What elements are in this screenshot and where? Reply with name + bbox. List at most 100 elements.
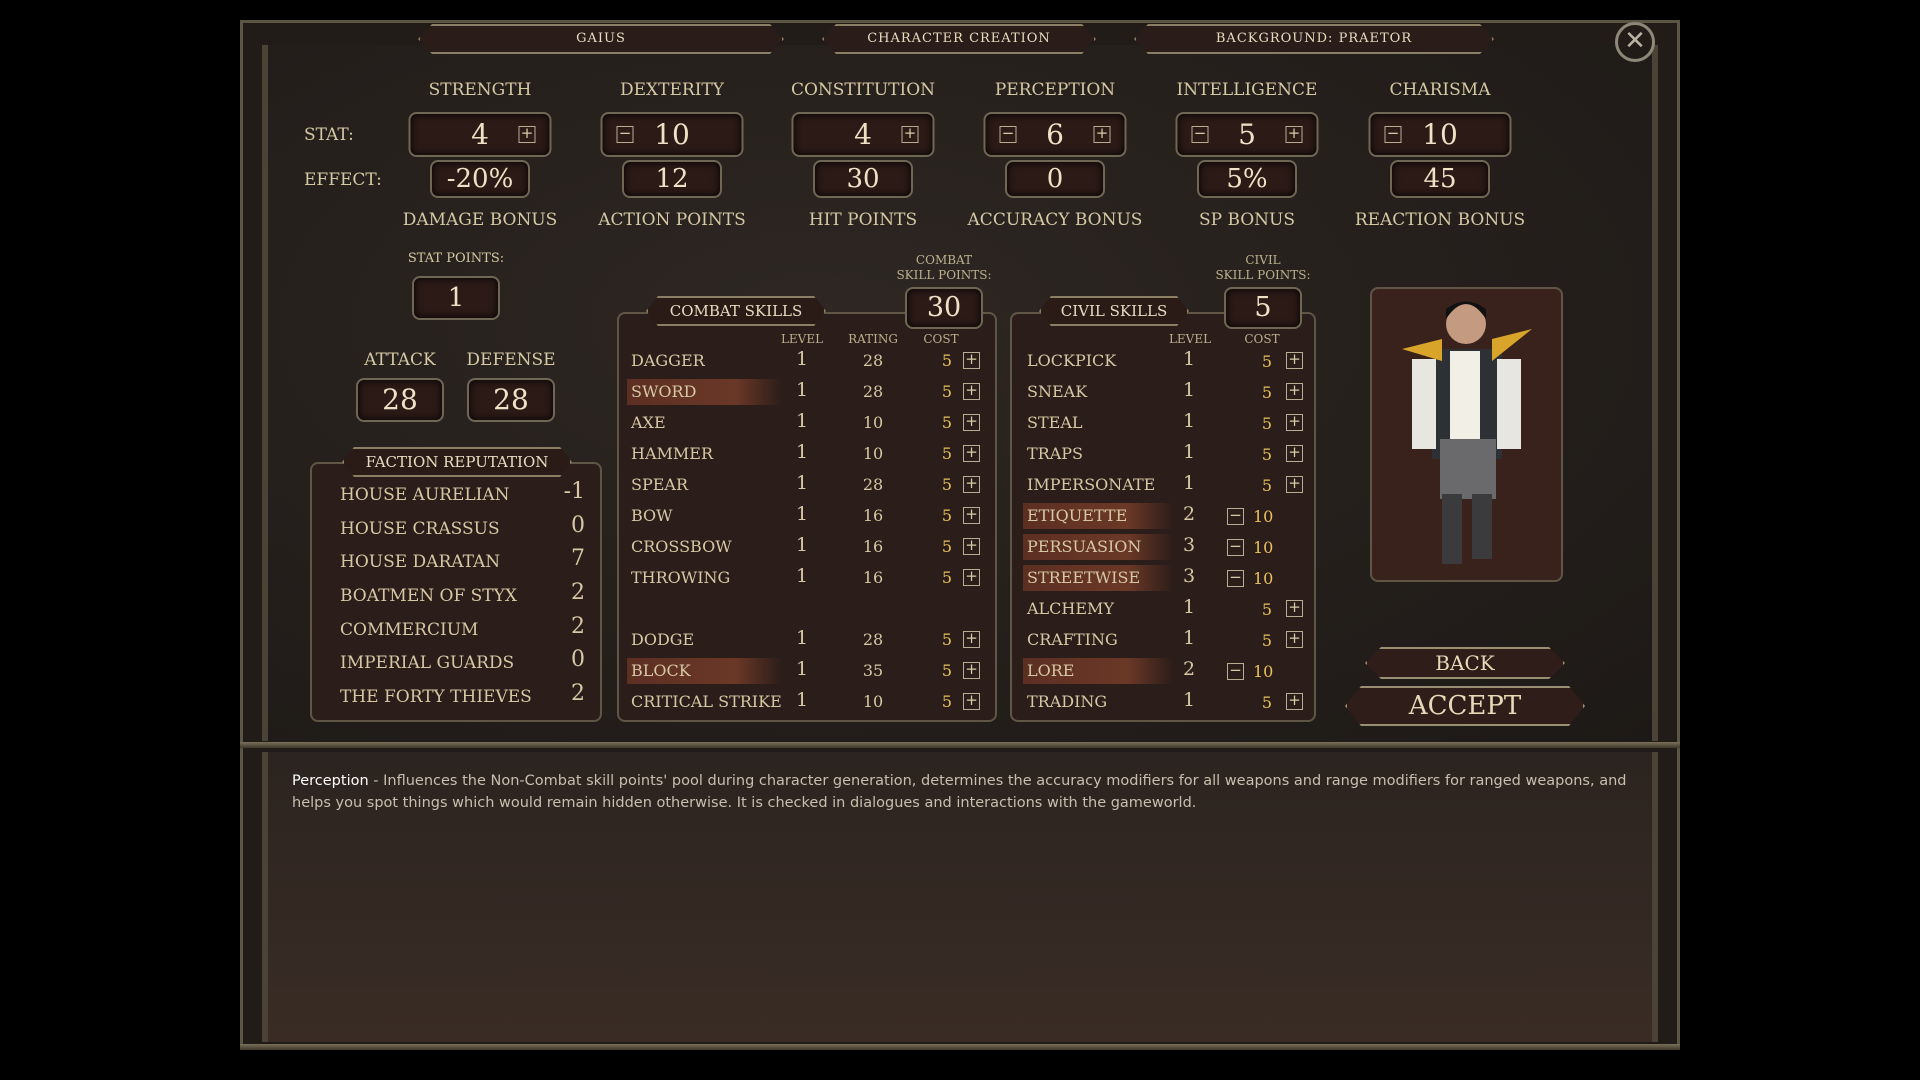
- minus-button[interactable]: −: [1384, 126, 1402, 143]
- tab-character-creation[interactable]: CHARACTER CREATION: [822, 24, 1096, 54]
- combat-skill-crossbow[interactable]: CROSSBOW: [627, 534, 782, 560]
- plus-button[interactable]: +: [901, 126, 919, 143]
- plus-button[interactable]: +: [1286, 476, 1303, 493]
- skill-level: 1: [795, 472, 809, 494]
- stat-box-constitution: 4 +: [791, 112, 935, 157]
- skill-level: 1: [1182, 689, 1196, 711]
- skill-level: 1: [795, 658, 809, 680]
- combat-skill-hammer[interactable]: HAMMER: [627, 441, 782, 467]
- skill-level: 1: [1182, 627, 1196, 649]
- civil-skill-impersonate[interactable]: IMPERSONATE: [1023, 472, 1173, 498]
- minus-button[interactable]: −: [1227, 539, 1244, 556]
- close-button[interactable]: ✕: [1615, 22, 1655, 62]
- character-portrait: [1370, 287, 1563, 582]
- skill-rating: 16: [862, 537, 884, 556]
- plus-button[interactable]: +: [963, 662, 980, 679]
- combat-skill-spear[interactable]: SPEAR: [627, 472, 782, 498]
- accept-button[interactable]: ACCEPT: [1345, 686, 1585, 726]
- plus-button[interactable]: +: [963, 383, 980, 400]
- civil-skill-lockpick[interactable]: LOCKPICK: [1023, 348, 1173, 374]
- description-body: - Influences the Non-Combat skill points…: [292, 773, 1627, 811]
- level-header: LEVEL: [780, 332, 824, 346]
- plus-button[interactable]: +: [1286, 693, 1303, 710]
- skill-cost: 5: [941, 413, 952, 432]
- plus-button[interactable]: +: [1286, 414, 1303, 431]
- skill-level: 1: [795, 348, 809, 370]
- skill-cost: 5: [1261, 352, 1272, 371]
- faction-name: HOUSE AURELIAN: [340, 485, 510, 505]
- skill-level: 1: [795, 627, 809, 649]
- civil-skill-streetwise[interactable]: STREETWISE: [1023, 565, 1173, 591]
- plus-button[interactable]: +: [1286, 383, 1303, 400]
- stat-effect-value: 5%: [1197, 160, 1297, 198]
- stat-bonus-label: REACTION BONUS: [1354, 210, 1526, 230]
- stat-effect-value: -20%: [430, 160, 530, 198]
- plus-button[interactable]: +: [963, 445, 980, 462]
- combat-skill-bow[interactable]: BOW: [627, 503, 782, 529]
- tab-background[interactable]: BACKGROUND: PRAETOR: [1134, 24, 1494, 54]
- minus-button[interactable]: −: [1227, 570, 1244, 587]
- plus-button[interactable]: +: [1286, 352, 1303, 369]
- plus-button[interactable]: +: [518, 126, 536, 143]
- faction-value: 2: [571, 681, 585, 706]
- stat-name-constitution: CONSTITUTION: [790, 80, 936, 100]
- tab-character-name[interactable]: GAIUS: [418, 24, 784, 54]
- minus-button[interactable]: −: [616, 126, 634, 143]
- plus-button[interactable]: +: [963, 476, 980, 493]
- combat-skill-axe[interactable]: AXE: [627, 410, 782, 436]
- combat-points-label: COMBAT: [915, 253, 973, 267]
- minus-button[interactable]: −: [1227, 663, 1244, 680]
- civil-skill-trading[interactable]: TRADING: [1023, 689, 1173, 715]
- faction-name: THE FORTY THIEVES: [340, 687, 532, 707]
- skill-cost: 5: [941, 475, 952, 494]
- combat-skill-block[interactable]: BLOCK: [627, 658, 782, 684]
- combat-skill-critical-strike[interactable]: CRITICAL STRIKE: [627, 689, 782, 715]
- civil-skill-steal[interactable]: STEAL: [1023, 410, 1173, 436]
- plus-button[interactable]: +: [963, 569, 980, 586]
- skill-cost: 5: [1261, 476, 1272, 495]
- combat-skill-dodge[interactable]: DODGE: [627, 627, 782, 653]
- combat-skill-throwing[interactable]: THROWING: [627, 565, 782, 591]
- faction-value: 0: [571, 647, 585, 672]
- civil-skill-lore[interactable]: LORE: [1023, 658, 1173, 684]
- skill-cost: 5: [1261, 600, 1272, 619]
- skill-rating: 35: [862, 661, 884, 680]
- plus-button[interactable]: +: [1286, 600, 1303, 617]
- civil-skill-etiquette[interactable]: ETIQUETTE: [1023, 503, 1173, 529]
- skill-cost: 10: [1253, 538, 1274, 557]
- civil-points-label: SKILL POINTS:: [1215, 268, 1311, 282]
- plus-button[interactable]: +: [963, 538, 980, 555]
- civil-skill-traps[interactable]: TRAPS: [1023, 441, 1173, 467]
- plus-button[interactable]: +: [1286, 631, 1303, 648]
- skill-level: 1: [795, 379, 809, 401]
- stat-name-perception: PERCEPTION: [994, 80, 1116, 100]
- minus-button[interactable]: −: [1227, 508, 1244, 525]
- skill-level: 1: [1182, 441, 1196, 463]
- plus-button[interactable]: +: [963, 693, 980, 710]
- plus-button[interactable]: +: [963, 414, 980, 431]
- civil-skill-sneak[interactable]: SNEAK: [1023, 379, 1173, 405]
- skill-cost: 10: [1253, 507, 1274, 526]
- plus-button[interactable]: +: [1286, 445, 1303, 462]
- skill-level: 1: [1182, 348, 1196, 370]
- combat-skill-dagger[interactable]: DAGGER: [627, 348, 782, 374]
- civil-skill-crafting[interactable]: CRAFTING: [1023, 627, 1173, 653]
- back-button[interactable]: BACK: [1365, 647, 1565, 679]
- combat-skill-sword[interactable]: SWORD: [627, 379, 782, 405]
- plus-button[interactable]: +: [1093, 126, 1111, 143]
- civil-points-label: CIVIL: [1245, 253, 1281, 267]
- plus-button[interactable]: +: [1285, 126, 1303, 143]
- minus-button[interactable]: −: [999, 126, 1017, 143]
- faction-value: 2: [571, 614, 585, 639]
- civil-skill-persuasion[interactable]: PERSUASION: [1023, 534, 1173, 560]
- faction-name: IMPERIAL GUARDS: [340, 653, 515, 673]
- skill-level: 1: [1182, 410, 1196, 432]
- description-term: Perception: [292, 773, 369, 789]
- plus-button[interactable]: +: [963, 507, 980, 524]
- stat-effect-value: 0: [1005, 160, 1105, 198]
- minus-button[interactable]: −: [1191, 126, 1209, 143]
- plus-button[interactable]: +: [963, 631, 980, 648]
- civil-skill-alchemy[interactable]: ALCHEMY: [1023, 596, 1173, 622]
- plus-button[interactable]: +: [963, 352, 980, 369]
- civil-skill-points-value: 5: [1224, 287, 1302, 329]
